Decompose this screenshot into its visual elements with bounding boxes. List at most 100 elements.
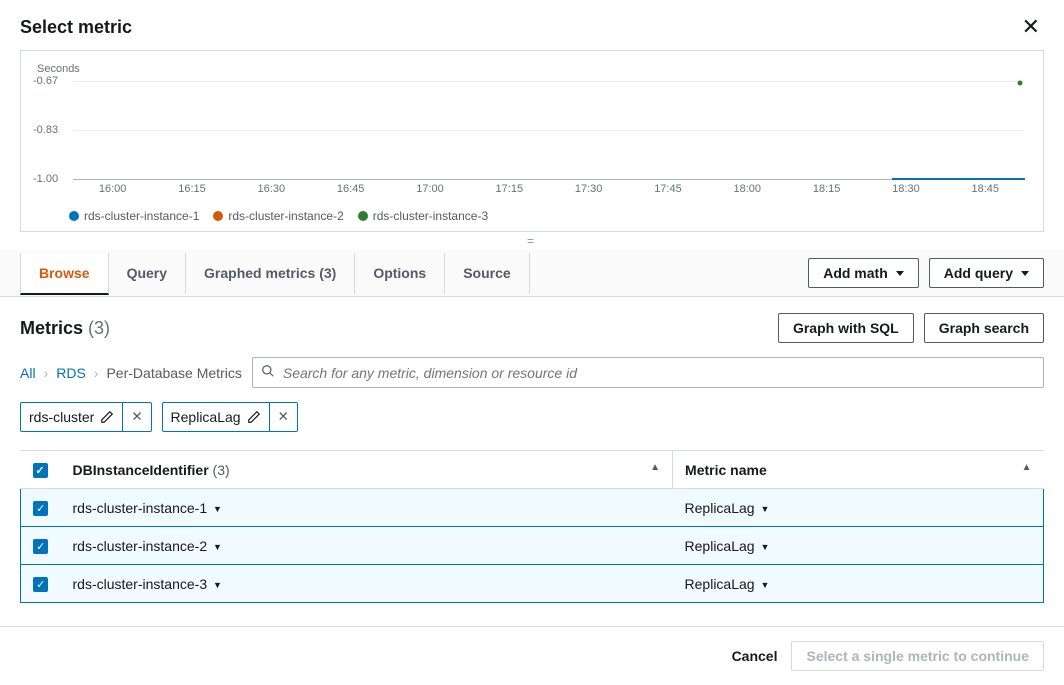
metrics-heading: Metrics (3)	[20, 318, 110, 339]
x-tick: 18:00	[708, 183, 787, 201]
add-query-button[interactable]: Add query	[929, 258, 1044, 288]
metrics-table: ✓ DBInstanceIdentifier (3) ▲ Metric name…	[20, 451, 1044, 603]
filter-chip: ReplicaLag ✕	[162, 402, 298, 432]
close-icon: ✕	[1022, 14, 1040, 39]
x-tick: 18:45	[946, 183, 1025, 201]
metric-cell: ReplicaLag	[685, 538, 755, 554]
chart-y-axis-label: Seconds	[37, 63, 1035, 75]
sort-asc-icon: ▲	[650, 462, 660, 473]
metric-cell: ReplicaLag	[685, 576, 755, 592]
tab-source[interactable]: Source	[445, 253, 529, 294]
graph-search-button[interactable]: Graph search	[924, 313, 1044, 343]
modal-header: Select metric ✕	[0, 0, 1064, 50]
breadcrumb-all[interactable]: All	[20, 365, 36, 381]
modal-footer: Cancel Select a single metric to continu…	[0, 626, 1064, 685]
tabs: Browse Query Graphed metrics (3) Options…	[20, 253, 530, 294]
instance-cell: rds-cluster-instance-2	[73, 538, 208, 554]
caret-down-icon[interactable]: ▼	[760, 504, 769, 514]
series-1-line	[892, 178, 1025, 180]
checkbox-checked-icon: ✓	[33, 463, 48, 478]
legend-label: rds-cluster-instance-1	[84, 209, 199, 223]
series-3-point	[1018, 81, 1023, 86]
cancel-button[interactable]: Cancel	[732, 648, 778, 664]
filter-remove-button[interactable]: ✕	[269, 403, 297, 431]
x-tick: 17:45	[628, 183, 707, 201]
chart-panel: Seconds -0.67 -0.83 -1.00 16:00 16:15 16…	[20, 50, 1044, 232]
tab-graphed-metrics[interactable]: Graphed metrics (3)	[186, 253, 355, 294]
caret-down-icon[interactable]: ▼	[760, 542, 769, 552]
legend-swatch-icon	[213, 211, 223, 221]
legend-item[interactable]: rds-cluster-instance-3	[358, 209, 488, 223]
modal-title: Select metric	[20, 17, 132, 38]
table-row[interactable]: ✓ rds-cluster-instance-2 ▼ ReplicaLag ▼	[21, 527, 1044, 565]
chart-plot-area: -0.67 -0.83 -1.00 16:00 16:15 16:30 16:4…	[33, 81, 1035, 201]
filter-chips: rds-cluster ✕ ReplicaLag ✕	[20, 402, 1044, 432]
metrics-actions: Graph with SQL Graph search	[778, 313, 1044, 343]
close-button[interactable]: ✕	[1018, 12, 1044, 42]
browse-panel: Metrics (3) Graph with SQL Graph search …	[0, 297, 1064, 626]
select-metric-modal: Select metric ✕ Seconds -0.67 -0.83 -1.0…	[0, 0, 1064, 685]
x-axis-ticks: 16:00 16:15 16:30 16:45 17:00 17:15 17:3…	[73, 183, 1025, 201]
y-tick: -0.83	[33, 124, 69, 136]
chevron-right-icon: ›	[94, 365, 99, 381]
chevron-right-icon: ›	[44, 365, 49, 381]
legend-item[interactable]: rds-cluster-instance-1	[69, 209, 199, 223]
x-tick: 17:15	[470, 183, 549, 201]
add-math-button[interactable]: Add math	[808, 258, 919, 288]
tabs-bar: Browse Query Graphed metrics (3) Options…	[0, 250, 1064, 297]
search-icon	[261, 364, 275, 381]
resize-handle[interactable]: =	[0, 232, 1064, 250]
x-tick: 16:45	[311, 183, 390, 201]
instance-cell: rds-cluster-instance-3	[73, 576, 208, 592]
edit-icon	[100, 410, 114, 424]
table-row[interactable]: ✓ rds-cluster-instance-3 ▼ ReplicaLag ▼	[21, 565, 1044, 603]
x-tick: 18:30	[866, 183, 945, 201]
tab-query[interactable]: Query	[109, 253, 186, 294]
filter-chip-label: ReplicaLag	[163, 403, 269, 431]
breadcrumb-rds[interactable]: RDS	[56, 365, 86, 381]
column-header-instance[interactable]: DBInstanceIdentifier (3) ▲	[61, 451, 673, 489]
x-tick: 16:00	[73, 183, 152, 201]
close-icon: ✕	[278, 409, 289, 425]
filter-chip: rds-cluster ✕	[20, 402, 152, 432]
search-input[interactable]	[283, 365, 1035, 381]
caret-down-icon[interactable]: ▼	[213, 580, 222, 590]
metrics-heading-row: Metrics (3) Graph with SQL Graph search	[20, 313, 1044, 343]
breadcrumb-current: Per-Database Metrics	[106, 365, 241, 381]
x-tick: 16:30	[232, 183, 311, 201]
chart-grid	[73, 81, 1025, 179]
metric-cell: ReplicaLag	[685, 500, 755, 516]
row-checkbox[interactable]: ✓	[33, 577, 48, 592]
breadcrumb: All › RDS › Per-Database Metrics	[20, 365, 242, 381]
chart-legend: rds-cluster-instance-1 rds-cluster-insta…	[69, 209, 1035, 223]
x-tick: 17:30	[549, 183, 628, 201]
x-tick: 17:00	[390, 183, 469, 201]
select-all-header[interactable]: ✓	[21, 451, 61, 489]
caret-down-icon[interactable]: ▼	[213, 542, 222, 552]
table-row[interactable]: ✓ rds-cluster-instance-1 ▼ ReplicaLag ▼	[21, 489, 1044, 527]
row-checkbox[interactable]: ✓	[33, 501, 48, 516]
search-box[interactable]	[252, 357, 1044, 388]
legend-label: rds-cluster-instance-2	[228, 209, 343, 223]
legend-swatch-icon	[358, 211, 368, 221]
tab-browse[interactable]: Browse	[20, 253, 109, 295]
tabs-actions: Add math Add query	[808, 250, 1044, 296]
legend-label: rds-cluster-instance-3	[373, 209, 488, 223]
metrics-heading-text: Metrics	[20, 318, 83, 338]
close-icon: ✕	[131, 409, 142, 425]
tab-options[interactable]: Options	[355, 253, 445, 294]
column-header-metric[interactable]: Metric name ▲	[673, 451, 1044, 489]
legend-swatch-icon	[69, 211, 79, 221]
row-checkbox[interactable]: ✓	[33, 539, 48, 554]
x-tick: 18:15	[787, 183, 866, 201]
continue-button[interactable]: Select a single metric to continue	[791, 641, 1044, 671]
edit-icon	[247, 410, 261, 424]
y-tick: -0.67	[33, 75, 69, 87]
filter-remove-button[interactable]: ✕	[122, 403, 150, 431]
instance-cell: rds-cluster-instance-1	[73, 500, 208, 516]
caret-down-icon[interactable]: ▼	[213, 504, 222, 514]
legend-item[interactable]: rds-cluster-instance-2	[213, 209, 343, 223]
caret-down-icon[interactable]: ▼	[760, 580, 769, 590]
breadcrumb-search-row: All › RDS › Per-Database Metrics	[20, 357, 1044, 388]
graph-with-sql-button[interactable]: Graph with SQL	[778, 313, 914, 343]
